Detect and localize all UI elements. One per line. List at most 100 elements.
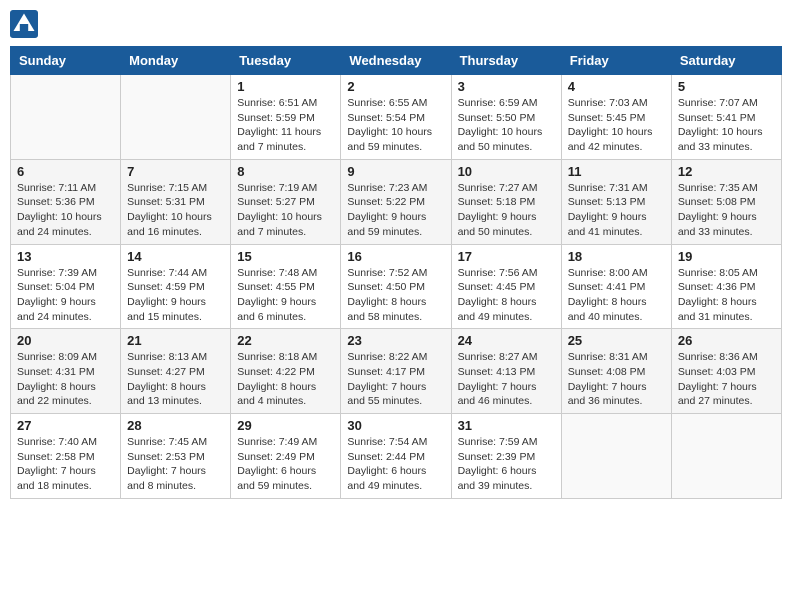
calendar-cell: 20 Sunrise: 8:09 AM Sunset: 4:31 PM Dayli… [11,329,121,414]
day-info: Sunrise: 7:31 AM Sunset: 5:13 PM Dayligh… [568,181,665,240]
day-info: Sunrise: 8:22 AM Sunset: 4:17 PM Dayligh… [347,350,444,409]
weekday-header-saturday: Saturday [671,47,781,75]
day-info: Sunrise: 8:31 AM Sunset: 4:08 PM Dayligh… [568,350,665,409]
day-info: Sunrise: 7:40 AM Sunset: 2:58 PM Dayligh… [17,435,114,494]
day-info: Sunrise: 7:23 AM Sunset: 5:22 PM Dayligh… [347,181,444,240]
day-info: Sunrise: 8:00 AM Sunset: 4:41 PM Dayligh… [568,266,665,325]
day-info: Sunrise: 8:09 AM Sunset: 4:31 PM Dayligh… [17,350,114,409]
day-number: 8 [237,164,334,179]
day-number: 26 [678,333,775,348]
calendar-cell: 6Sunrise: 7:11 AM Sunset: 5:36 PM Daylig… [11,159,121,244]
calendar-cell [11,75,121,160]
day-number: 11 [568,164,665,179]
day-number: 25 [568,333,665,348]
calendar-cell: 12 Sunrise: 7:35 AM Sunset: 5:08 PM Dayli… [671,159,781,244]
logo-area [10,10,42,38]
calendar-cell: 10 Sunrise: 7:27 AM Sunset: 5:18 PM Dayli… [451,159,561,244]
day-number: 2 [347,79,444,94]
day-info: Sunrise: 8:36 AM Sunset: 4:03 PM Dayligh… [678,350,775,409]
day-number: 24 [458,333,555,348]
day-info: Sunrise: 7:59 AM Sunset: 2:39 PM Dayligh… [458,435,555,494]
day-number: 9 [347,164,444,179]
day-info: Sunrise: 7:27 AM Sunset: 5:18 PM Dayligh… [458,181,555,240]
day-number: 5 [678,79,775,94]
day-number: 13 [17,249,114,264]
day-number: 19 [678,249,775,264]
day-number: 18 [568,249,665,264]
day-info: Sunrise: 8:27 AM Sunset: 4:13 PM Dayligh… [458,350,555,409]
day-number: 12 [678,164,775,179]
day-number: 10 [458,164,555,179]
calendar-cell: 4 Sunrise: 7:03 AM Sunset: 5:45 PM Daylig… [561,75,671,160]
calendar-cell: 23 Sunrise: 8:22 AM Sunset: 4:17 PM Dayli… [341,329,451,414]
calendar-week-row: 1 Sunrise: 6:51 AM Sunset: 5:59 PM Daylig… [11,75,782,160]
day-info: Sunrise: 8:05 AM Sunset: 4:36 PM Dayligh… [678,266,775,325]
day-info: Sunrise: 7:19 AM Sunset: 5:27 PM Dayligh… [237,181,334,240]
day-number: 28 [127,418,224,433]
calendar-cell: 9 Sunrise: 7:23 AM Sunset: 5:22 PM Daylig… [341,159,451,244]
day-number: 21 [127,333,224,348]
calendar-cell: 31 Sunrise: 7:59 AM Sunset: 2:39 PM Dayli… [451,414,561,499]
day-info: Sunrise: 7:35 AM Sunset: 5:08 PM Dayligh… [678,181,775,240]
day-info: Sunrise: 7:45 AM Sunset: 2:53 PM Dayligh… [127,435,224,494]
page-header [10,10,782,38]
calendar-cell: 16 Sunrise: 7:52 AM Sunset: 4:50 PM Dayli… [341,244,451,329]
calendar-cell: 3Sunrise: 6:59 AM Sunset: 5:50 PM Daylig… [451,75,561,160]
calendar-cell: 1 Sunrise: 6:51 AM Sunset: 5:59 PM Daylig… [231,75,341,160]
day-info: Sunrise: 7:49 AM Sunset: 2:49 PM Dayligh… [237,435,334,494]
weekday-header-thursday: Thursday [451,47,561,75]
calendar-cell: 7 Sunrise: 7:15 AM Sunset: 5:31 PM Daylig… [121,159,231,244]
calendar-week-row: 13Sunrise: 7:39 AM Sunset: 5:04 PM Dayli… [11,244,782,329]
day-number: 15 [237,249,334,264]
weekday-header-sunday: Sunday [11,47,121,75]
day-info: Sunrise: 8:13 AM Sunset: 4:27 PM Dayligh… [127,350,224,409]
day-info: Sunrise: 6:51 AM Sunset: 5:59 PM Dayligh… [237,96,334,155]
day-number: 3 [458,79,555,94]
day-info: Sunrise: 7:52 AM Sunset: 4:50 PM Dayligh… [347,266,444,325]
day-info: Sunrise: 7:54 AM Sunset: 2:44 PM Dayligh… [347,435,444,494]
day-info: Sunrise: 7:48 AM Sunset: 4:55 PM Dayligh… [237,266,334,325]
calendar-week-row: 27 Sunrise: 7:40 AM Sunset: 2:58 PM Dayli… [11,414,782,499]
day-number: 30 [347,418,444,433]
day-number: 20 [17,333,114,348]
day-number: 22 [237,333,334,348]
day-number: 17 [458,249,555,264]
calendar-cell: 29 Sunrise: 7:49 AM Sunset: 2:49 PM Dayli… [231,414,341,499]
day-number: 14 [127,249,224,264]
day-info: Sunrise: 7:03 AM Sunset: 5:45 PM Dayligh… [568,96,665,155]
day-number: 7 [127,164,224,179]
calendar-cell: 15 Sunrise: 7:48 AM Sunset: 4:55 PM Dayli… [231,244,341,329]
day-number: 27 [17,418,114,433]
calendar-cell: 8 Sunrise: 7:19 AM Sunset: 5:27 PM Daylig… [231,159,341,244]
day-number: 16 [347,249,444,264]
day-number: 29 [237,418,334,433]
day-info: Sunrise: 7:15 AM Sunset: 5:31 PM Dayligh… [127,181,224,240]
calendar-cell: 18 Sunrise: 8:00 AM Sunset: 4:41 PM Dayli… [561,244,671,329]
day-info: Sunrise: 7:11 AM Sunset: 5:36 PM Dayligh… [17,181,114,240]
day-number: 1 [237,79,334,94]
calendar-table: SundayMondayTuesdayWednesdayThursdayFrid… [10,46,782,499]
calendar-cell [121,75,231,160]
calendar-cell: 17 Sunrise: 7:56 AM Sunset: 4:45 PM Dayli… [451,244,561,329]
day-info: Sunrise: 8:18 AM Sunset: 4:22 PM Dayligh… [237,350,334,409]
calendar-cell: 5Sunrise: 7:07 AM Sunset: 5:41 PM Daylig… [671,75,781,160]
logo-icon [10,10,38,38]
weekday-header-friday: Friday [561,47,671,75]
day-info: Sunrise: 7:44 AM Sunset: 4:59 PM Dayligh… [127,266,224,325]
calendar-cell: 27 Sunrise: 7:40 AM Sunset: 2:58 PM Dayli… [11,414,121,499]
day-number: 4 [568,79,665,94]
calendar-cell: 21 Sunrise: 8:13 AM Sunset: 4:27 PM Dayli… [121,329,231,414]
calendar-cell: 26 Sunrise: 8:36 AM Sunset: 4:03 PM Dayli… [671,329,781,414]
calendar-cell [561,414,671,499]
day-info: Sunrise: 7:56 AM Sunset: 4:45 PM Dayligh… [458,266,555,325]
weekday-header-monday: Monday [121,47,231,75]
calendar-cell: 25 Sunrise: 8:31 AM Sunset: 4:08 PM Dayli… [561,329,671,414]
day-number: 31 [458,418,555,433]
weekday-header-wednesday: Wednesday [341,47,451,75]
calendar-cell: 13Sunrise: 7:39 AM Sunset: 5:04 PM Dayli… [11,244,121,329]
calendar-cell: 19 Sunrise: 8:05 AM Sunset: 4:36 PM Dayli… [671,244,781,329]
day-number: 23 [347,333,444,348]
calendar-cell: 2Sunrise: 6:55 AM Sunset: 5:54 PM Daylig… [341,75,451,160]
calendar-cell: 28 Sunrise: 7:45 AM Sunset: 2:53 PM Dayli… [121,414,231,499]
calendar-week-row: 6Sunrise: 7:11 AM Sunset: 5:36 PM Daylig… [11,159,782,244]
